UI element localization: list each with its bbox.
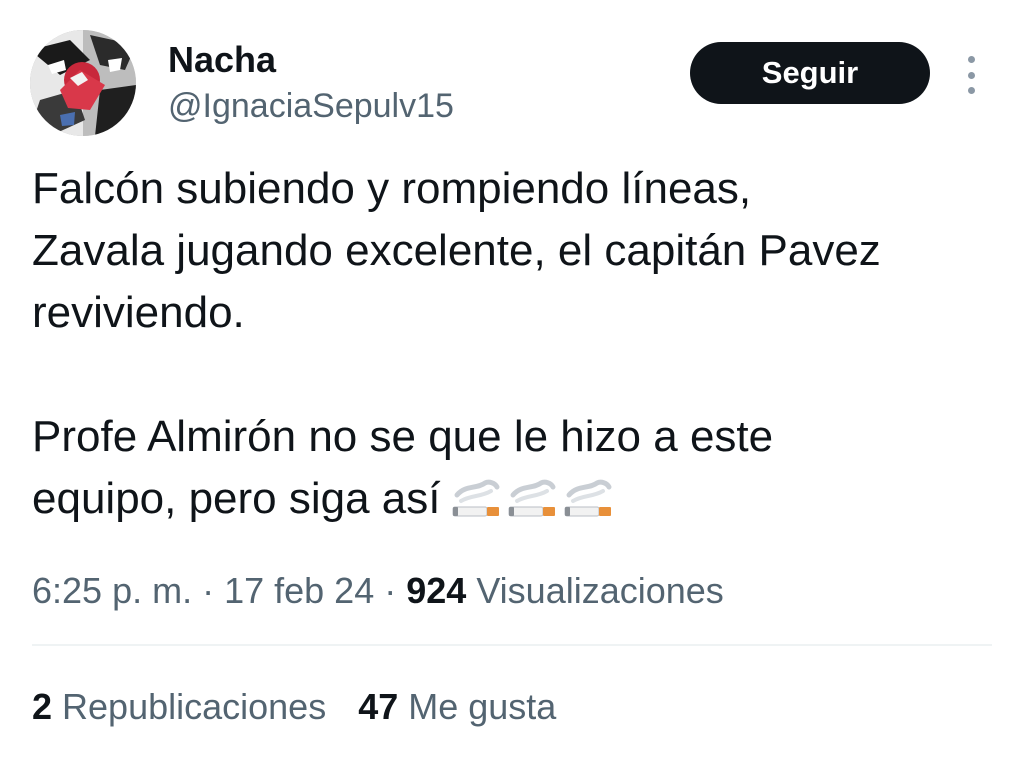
divider xyxy=(32,644,992,646)
avatar-image xyxy=(30,30,136,136)
tweet-line: Falcón subiendo y rompiendo líneas, xyxy=(32,164,752,213)
more-dot xyxy=(967,87,975,94)
avatar[interactable] xyxy=(30,30,136,136)
tweet-text: Falcón subiendo y rompiendo líneas, Zava… xyxy=(32,158,992,530)
user-names: Nacha @IgnaciaSepulv15 xyxy=(168,38,454,128)
emoji-group xyxy=(451,475,615,519)
likes-count: 47 xyxy=(358,686,399,727)
more-vertical-icon[interactable] xyxy=(958,56,984,94)
meta-separator: · xyxy=(374,570,407,611)
reposts-label: Republicaciones xyxy=(52,686,327,727)
tweet-stats: 2 Republicaciones 47 Me gusta xyxy=(32,684,556,730)
tweet-time[interactable]: 6:25 p. m. xyxy=(32,570,192,611)
tweet-line: Zavala jugando excelente, el capitán Pav… xyxy=(32,226,881,275)
tweet-line: equipo, pero siga así xyxy=(32,474,441,523)
views-count: 924 xyxy=(406,570,467,611)
tweet-header: Nacha @IgnaciaSepulv15 Seguir xyxy=(30,30,994,136)
tweet-meta: 6:25 p. m. · 17 feb 24 · 924 Visualizaci… xyxy=(32,568,724,614)
likes-stat[interactable]: 47 Me gusta xyxy=(358,684,556,730)
more-dot xyxy=(967,56,975,63)
cigarette-emoji xyxy=(564,479,612,517)
meta-separator: · xyxy=(192,570,225,611)
tweet-line-with-emoji: equipo, pero siga así xyxy=(32,468,992,530)
tweet-date[interactable]: 17 feb 24 xyxy=(224,570,374,611)
more-dot xyxy=(967,71,975,79)
likes-label: Me gusta xyxy=(398,686,557,727)
user-handle[interactable]: @IgnaciaSepulv15 xyxy=(168,84,454,128)
display-name[interactable]: Nacha xyxy=(168,38,454,82)
follow-button[interactable]: Seguir xyxy=(690,42,930,104)
reposts-count: 2 xyxy=(32,686,53,727)
cigarette-emoji xyxy=(452,479,500,517)
cigarette-emoji xyxy=(508,479,556,517)
tweet-line: reviviendo. xyxy=(32,288,245,337)
views-label: Visualizaciones xyxy=(466,570,724,611)
tweet-line: Profe Almirón no se que le hizo a este xyxy=(32,412,774,461)
reposts-stat[interactable]: 2 Republicaciones xyxy=(32,684,326,730)
